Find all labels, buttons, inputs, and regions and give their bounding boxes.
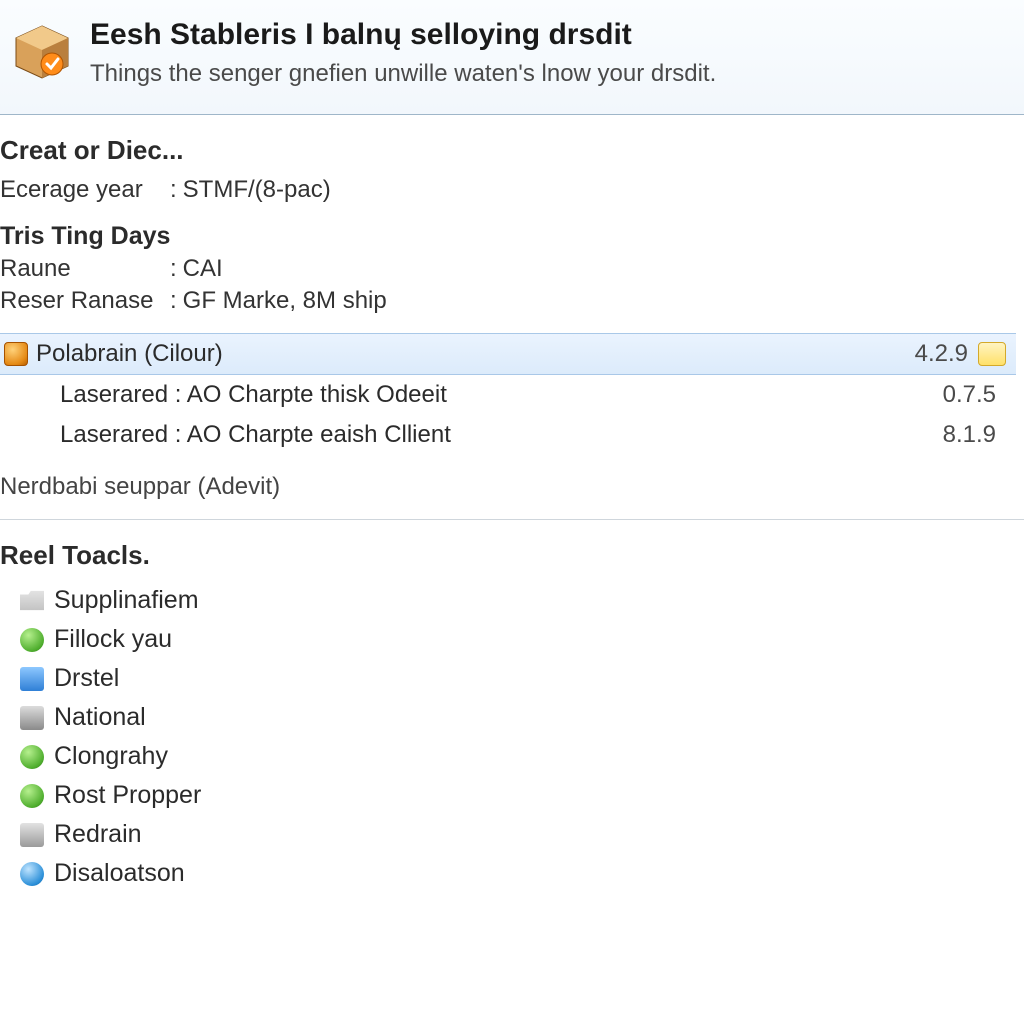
tool-item[interactable]: Disaloatson [0,854,1016,893]
section-tools-title: Reel Toacls. [0,540,1016,571]
package-row[interactable]: Polabrain (Cilour)4.2.9 [0,333,1016,375]
tool-label: Redrain [54,820,142,849]
ic-blue-rd-icon [20,862,44,886]
package-version: 8.1.9 [926,421,996,449]
row-raune: Raune : CAI [0,255,1016,283]
footnote: Nerdbabi seuppar (Adevit) [0,473,1016,501]
tool-label: Fillock yau [54,625,172,654]
ic-green-icon [20,628,44,652]
tool-item[interactable]: Redrain [0,815,1016,854]
page-title: Eesh Stableris I balnų selloying drsdit [90,18,716,52]
tool-label: Rost Propper [54,781,201,810]
tool-item[interactable]: Clongrahy [0,737,1016,776]
tool-item[interactable]: Rost Propper [0,776,1016,815]
reser-label: Reser Ranase [0,287,170,315]
section-creat: Creat or Diec... Ecerage year : STMF/(8-… [0,115,1024,519]
tool-label: Disaloatson [54,859,185,888]
ic-folder-icon [20,589,44,613]
ecerage-value: STMF/(8-pac) [183,176,331,204]
tool-item[interactable]: Drstel [0,659,1016,698]
package-row[interactable]: Laserared : AO Charpte thisk Odeeit0.7.5 [0,375,1016,415]
tool-label: National [54,703,146,732]
ic-grey-sq-icon [20,706,44,730]
ic-blue-sq-icon [20,667,44,691]
package-row[interactable]: Laserared : AO Charpte eaish Cllient8.1.… [0,415,1016,455]
tool-item[interactable]: Fillock yau [0,620,1016,659]
package-version: 4.2.9 [898,340,968,368]
box-icon [12,22,72,82]
row-reser: Reser Ranase : GF Marke, 8M ship [0,287,1016,315]
row-ecerage: Ecerage year : STMF/(8-pac) [0,176,1016,204]
section-tools: Reel Toacls. Supplinafiem Fillock yau Drst… [0,520,1024,903]
ic-grey-icon [20,823,44,847]
tool-label: Clongrahy [54,742,168,771]
tool-label: Drstel [54,664,119,693]
ic-green-icon [20,745,44,769]
package-name: Laserared : AO Charpte eaish Cllient [60,421,926,449]
ic-green-icon [20,784,44,808]
package-version: 0.7.5 [926,381,996,409]
reser-value: GF Marke, 8M ship [183,287,387,315]
header: Eesh Stableris I balnų selloying drsdit … [0,0,1024,115]
tool-item[interactable]: Supplinafiem [0,581,1016,620]
tool-list: Supplinafiem Fillock yau Drstel National Clo… [0,581,1016,893]
package-list: Polabrain (Cilour)4.2.9Laserared : AO Ch… [0,333,1016,455]
package-icon [4,342,28,366]
tool-item[interactable]: National [0,698,1016,737]
tool-label: Supplinafiem [54,586,199,615]
page-subtitle: Things the senger gnefien unwille waten'… [90,60,716,88]
header-text: Eesh Stableris I balnų selloying drsdit … [90,18,716,88]
ecerage-label: Ecerage year [0,176,170,204]
section-creat-title: Creat or Diec... [0,135,1016,166]
package-name: Polabrain (Cilour) [36,340,898,368]
package-name: Laserared : AO Charpte thisk Odeeit [60,381,926,409]
raune-label: Raune [0,255,170,283]
package-action-button[interactable] [978,342,1006,366]
raune-value: CAI [183,255,223,283]
tris-heading: Tris Ting Days [0,222,1016,251]
